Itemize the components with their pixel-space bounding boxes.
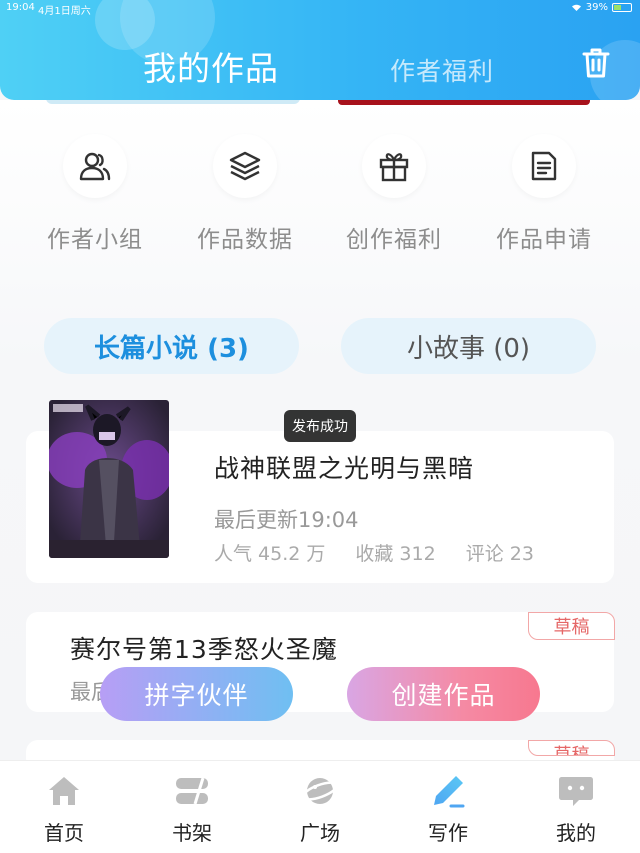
work-updated: 最后更新19:04 (214, 508, 359, 532)
tool-creation-benefits[interactable]: 创作福利 (334, 134, 454, 254)
tool-label: 作品数据 (197, 227, 293, 253)
tabbar-bookshelf[interactable]: 书架 (152, 773, 232, 846)
tool-author-group[interactable]: 作者小组 (35, 134, 155, 254)
draft-badge: 草稿 (528, 612, 615, 640)
tool-label: 创作福利 (346, 227, 442, 253)
status-right: 39% (571, 2, 632, 13)
document-icon (531, 151, 557, 181)
toast-message: 发布成功 (284, 410, 356, 442)
tab-icon-wrap (428, 773, 468, 809)
tool-circle (362, 134, 426, 198)
pen-icon (434, 776, 465, 808)
tool-label: 作者小组 (47, 227, 143, 253)
work-title[interactable]: 赛尔号第13季怒火圣魔 (70, 630, 338, 666)
create-work-button[interactable]: 创建作品 (347, 667, 540, 721)
tool-circle (63, 134, 127, 198)
bottom-tabbar: 首页 书架 广场 写作 我的 (0, 760, 640, 853)
work-stats: 人气 45.2 万 收藏 312 评论 23 (214, 539, 534, 566)
tab-label: 写作 (428, 821, 468, 845)
tab-icon-wrap (300, 773, 340, 809)
tabbar-mine[interactable]: 我的 (536, 773, 616, 846)
battery-percent: 39% (585, 2, 608, 13)
battery-icon (612, 3, 632, 12)
status-time: 19:04 (6, 2, 35, 13)
status-date: 4月1日周六 (38, 6, 91, 17)
cover-art-image (49, 400, 169, 558)
trash-icon[interactable] (580, 46, 612, 80)
tab-label: 我的 (556, 821, 596, 845)
tool-work-data[interactable]: 作品数据 (185, 134, 305, 254)
tab-author-benefits[interactable]: 作者福利 (390, 52, 494, 88)
wifi-icon (571, 4, 581, 11)
status-bar: 19:04 4月1日周六 39% (0, 0, 640, 17)
bookshelf-icon (176, 777, 208, 805)
tool-work-application[interactable]: 作品申请 (484, 134, 604, 254)
tab-label: 首页 (44, 821, 84, 845)
layers-icon (229, 151, 261, 181)
tabbar-home[interactable]: 首页 (24, 773, 104, 846)
tab-my-works[interactable]: 我的作品 (143, 42, 279, 90)
segment-short-story[interactable]: 小故事 (0) (341, 318, 596, 374)
tabbar-plaza[interactable]: 广场 (280, 773, 360, 846)
gift-icon (379, 153, 409, 182)
planet-icon (301, 778, 339, 804)
stat-comments: 评论 23 (465, 543, 534, 565)
tab-icon-wrap (44, 773, 84, 809)
book-cover[interactable] (49, 400, 169, 558)
home-icon (49, 777, 79, 805)
tab-icon-wrap (172, 773, 212, 809)
tab-icon-wrap (556, 773, 596, 809)
partner-button[interactable]: 拼字伙伴 (100, 667, 293, 721)
tab-label: 书架 (172, 821, 212, 845)
segment-novel[interactable]: 长篇小说 (3) (44, 318, 299, 374)
chat-bubble-icon (559, 777, 593, 806)
tabbar-write[interactable]: 写作 (408, 773, 488, 846)
tools-row: 作者小组 作品数据 创作福利 作品申请 (0, 134, 640, 254)
draft-badge: 草稿 (528, 740, 615, 756)
group-icon (79, 152, 111, 181)
tool-circle (512, 134, 576, 198)
work-title[interactable]: 战神联盟之光明与黑暗 (214, 449, 474, 485)
tab-label: 广场 (300, 821, 340, 845)
stat-popularity: 人气 45.2 万 (214, 543, 326, 565)
tool-label: 作品申请 (496, 227, 592, 253)
tool-circle (213, 134, 277, 198)
stat-favorites: 收藏 312 (355, 543, 436, 565)
